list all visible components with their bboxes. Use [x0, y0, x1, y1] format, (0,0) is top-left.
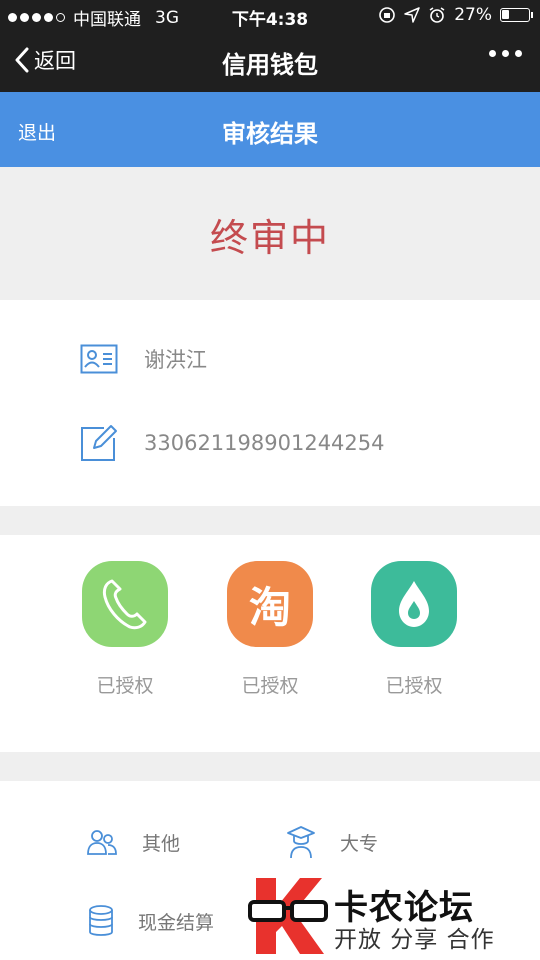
forum-logo-icon — [248, 878, 328, 954]
watermark-slogan: 开放 分享 合作 — [334, 927, 495, 953]
page-header: 退出 审核结果 — [0, 92, 540, 167]
info-item-occupation: 其他 — [86, 827, 180, 857]
identity-section: 谢洪江 330621198901244254 — [0, 300, 540, 506]
nav-bar: 返回 信用钱包 — [0, 30, 540, 92]
authorization-section: 已授权 淘 已授权 已授权 — [0, 535, 540, 752]
database-icon — [89, 905, 113, 936]
top-bar: 中国联通 3G 下午4:38 27% 返回 信用钱包 — [0, 0, 540, 92]
battery-icon — [500, 8, 533, 22]
id-card-icon — [80, 344, 118, 374]
info-item-education: 大专 — [286, 825, 378, 859]
id-row: 330621198901244254 — [80, 424, 385, 462]
graduation-icon — [287, 826, 315, 859]
status-banner: 终审中 — [0, 167, 540, 300]
auth-status-label: 已授权 — [385, 675, 443, 697]
page-title: 审核结果 — [222, 120, 318, 148]
applicant-name: 谢洪江 — [144, 348, 207, 372]
auth-other[interactable]: 已授权 — [369, 561, 459, 698]
auth-status-label: 已授权 — [241, 675, 299, 697]
edit-icon — [81, 425, 117, 461]
forum-watermark: 卡农论坛 开放 分享 合作 — [248, 872, 540, 960]
taobao-icon: 淘 — [227, 561, 313, 647]
rotation-lock-icon — [379, 7, 396, 23]
alarm-icon — [429, 7, 445, 23]
status-bar: 中国联通 3G 下午4:38 27% — [0, 0, 540, 30]
more-options-icon[interactable] — [489, 50, 522, 57]
nav-title: 信用钱包 — [222, 51, 318, 79]
section-divider — [0, 506, 540, 535]
info-item-payment: 现金结算 — [88, 905, 214, 937]
location-icon — [404, 7, 420, 23]
name-row: 谢洪江 — [80, 344, 207, 374]
people-icon — [87, 830, 117, 855]
phone-icon — [82, 561, 168, 647]
review-status: 终审中 — [209, 216, 330, 260]
drop-icon — [371, 561, 457, 647]
battery-percent: 27% — [454, 5, 492, 25]
auth-phone[interactable]: 已授权 — [80, 561, 170, 698]
auth-status-label: 已授权 — [96, 675, 154, 697]
id-number: 330621198901244254 — [144, 431, 385, 455]
auth-taobao[interactable]: 淘 已授权 — [225, 561, 315, 698]
section-divider — [0, 752, 540, 781]
